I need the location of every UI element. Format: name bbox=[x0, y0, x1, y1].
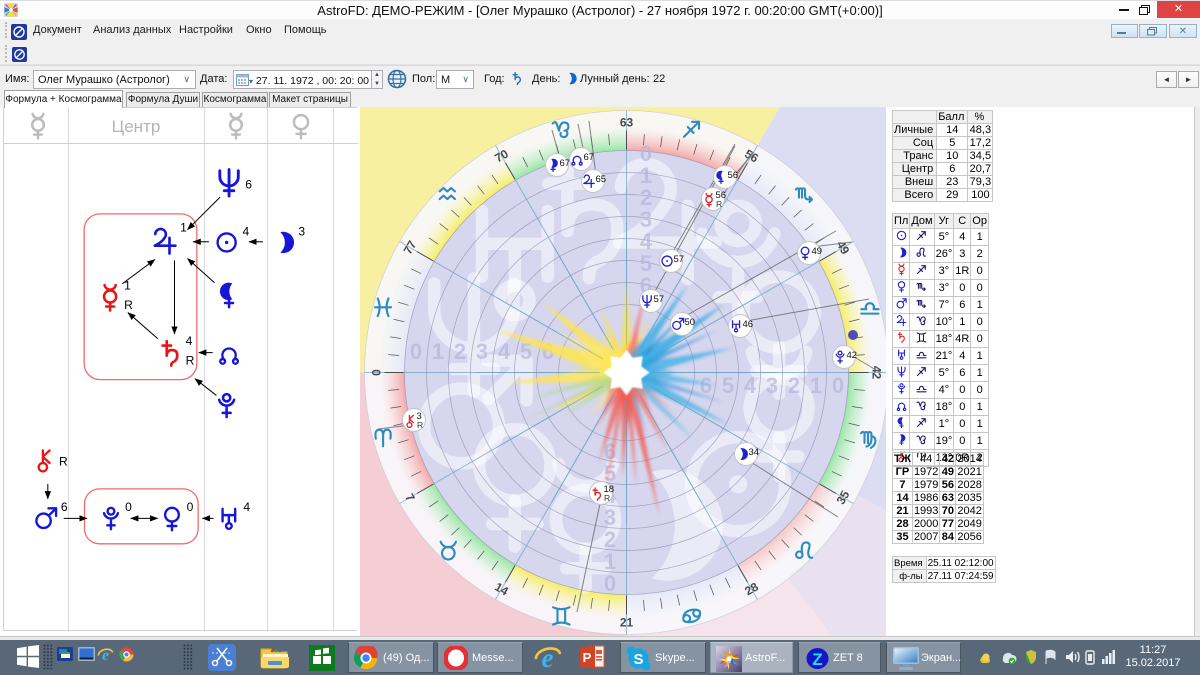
svg-text:0: 0 bbox=[187, 500, 194, 514]
svg-text:3: 3 bbox=[298, 224, 305, 238]
svg-text:67: 67 bbox=[584, 152, 595, 163]
svg-text:46: 46 bbox=[743, 319, 754, 330]
svg-text:5: 5 bbox=[722, 373, 734, 398]
svg-text:0: 0 bbox=[832, 373, 844, 398]
svg-text:4: 4 bbox=[498, 339, 511, 364]
svg-text:2: 2 bbox=[788, 373, 800, 398]
svg-text:21: 21 bbox=[620, 616, 634, 630]
svg-text:P: P bbox=[583, 650, 592, 665]
svg-text:4: 4 bbox=[744, 373, 757, 398]
svg-text:0: 0 bbox=[370, 369, 384, 376]
svg-text:3: 3 bbox=[604, 505, 616, 530]
svg-text:1: 1 bbox=[432, 339, 444, 364]
svg-text:0: 0 bbox=[125, 500, 132, 514]
svg-text:R: R bbox=[59, 454, 68, 468]
svg-text:Z: Z bbox=[812, 650, 822, 669]
svg-text:6: 6 bbox=[700, 373, 712, 398]
svg-text:3: 3 bbox=[766, 373, 778, 398]
svg-text:6: 6 bbox=[61, 500, 68, 514]
svg-text:57: 57 bbox=[674, 254, 685, 265]
svg-text:2: 2 bbox=[604, 527, 616, 552]
svg-text:S: S bbox=[633, 651, 643, 668]
svg-text:56: 56 bbox=[728, 170, 739, 181]
svg-text:R: R bbox=[604, 493, 610, 503]
svg-text:3: 3 bbox=[476, 339, 488, 364]
svg-text:50: 50 bbox=[685, 317, 696, 328]
svg-text:1: 1 bbox=[604, 549, 616, 574]
svg-text:2: 2 bbox=[454, 339, 466, 364]
svg-text:1: 1 bbox=[180, 221, 187, 235]
svg-text:42: 42 bbox=[847, 350, 858, 361]
svg-text:67: 67 bbox=[560, 158, 571, 169]
svg-text:1: 1 bbox=[124, 278, 131, 292]
svg-text:R: R bbox=[716, 199, 722, 209]
svg-text:R: R bbox=[417, 420, 423, 430]
svg-text:49: 49 bbox=[812, 246, 823, 257]
svg-text:65: 65 bbox=[596, 174, 607, 185]
svg-text:R: R bbox=[186, 354, 195, 368]
svg-text:0: 0 bbox=[410, 339, 422, 364]
svg-text:R: R bbox=[124, 298, 133, 312]
svg-text:1: 1 bbox=[810, 373, 822, 398]
svg-text:4: 4 bbox=[243, 500, 250, 514]
svg-text:57: 57 bbox=[654, 294, 665, 305]
svg-text:0: 0 bbox=[604, 571, 616, 596]
svg-text:6: 6 bbox=[245, 178, 252, 192]
svg-text:63: 63 bbox=[620, 116, 634, 130]
svg-text:Центр: Центр bbox=[112, 117, 161, 136]
svg-text:4: 4 bbox=[242, 224, 249, 238]
svg-text:34: 34 bbox=[749, 447, 760, 458]
svg-text:4: 4 bbox=[186, 334, 193, 348]
